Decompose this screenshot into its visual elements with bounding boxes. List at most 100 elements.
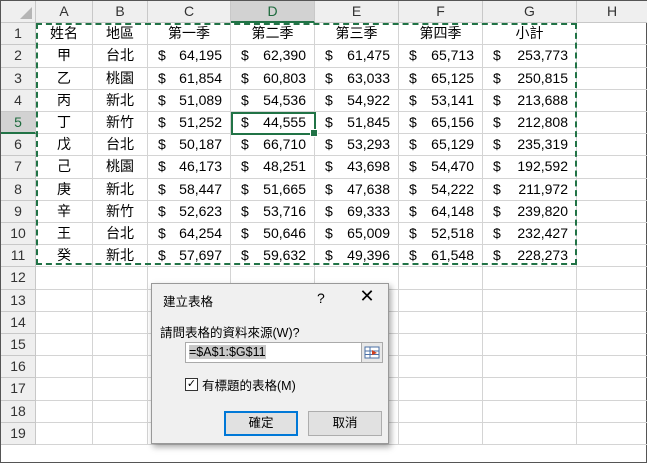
cell-b10[interactable]: 台北 [93,223,148,246]
cell-f1[interactable]: 第四季 [399,23,483,46]
cell-b1[interactable]: 地區 [93,23,148,46]
cell-h6[interactable] [577,134,647,157]
cell-g10[interactable]: $232,427 [483,223,577,246]
cell-b16[interactable] [93,356,148,379]
cell-f18[interactable] [399,400,483,423]
cell-f3[interactable]: $65,125 [399,67,483,90]
cell-f16[interactable] [399,356,483,379]
cell-c9[interactable]: $52,623 [148,200,231,223]
cell-a7[interactable]: 己 [36,156,93,179]
cell-d10[interactable]: $50,646 [231,223,315,246]
cell-f14[interactable] [399,311,483,334]
cell-h3[interactable] [577,68,647,90]
cancel-button[interactable]: 取消 [308,411,382,436]
row-header-11[interactable]: 11 [1,245,36,268]
cell-b6[interactable]: 台北 [93,134,148,157]
row-header-12[interactable]: 12 [1,267,36,290]
cell-a5[interactable]: 丁 [36,112,93,135]
cell-b19[interactable] [93,422,148,445]
row-header-5[interactable]: 5 [1,112,36,135]
column-header-f[interactable]: F [399,1,483,24]
cell-b13[interactable] [93,289,148,312]
row-header-1[interactable]: 1 [1,23,36,46]
cell-g2[interactable]: $253,773 [483,45,577,68]
cell-f5[interactable]: $65,156 [399,112,483,135]
range-selector-button[interactable] [361,342,383,363]
row-header-6[interactable]: 6 [1,134,36,157]
cell-f17[interactable] [399,378,483,401]
cell-c5[interactable]: $51,252 [148,112,231,135]
cell-a1[interactable]: 姓名 [36,23,93,46]
cell-e1[interactable]: 第三季 [315,23,399,46]
column-header-d[interactable]: D [231,1,315,24]
cell-h15[interactable] [577,334,647,357]
cell-b4[interactable]: 新北 [93,89,148,112]
cell-d8[interactable]: $51,665 [231,178,315,201]
cell-a3[interactable]: 乙 [36,67,93,90]
cell-d1[interactable]: 第二季 [231,23,315,46]
row-header-16[interactable]: 16 [1,356,36,379]
cell-a18[interactable] [36,400,93,423]
cell-e4[interactable]: $54,922 [315,89,399,112]
cell-b18[interactable] [93,400,148,423]
row-header-3[interactable]: 3 [1,67,36,90]
cell-b9[interactable]: 新竹 [93,200,148,223]
cell-e3[interactable]: $63,033 [315,67,399,90]
row-header-4[interactable]: 4 [1,89,36,112]
cell-h4[interactable] [577,90,647,112]
cell-b2[interactable]: 台北 [93,45,148,68]
cell-g11[interactable]: $228,273 [483,245,577,268]
cell-f11[interactable]: $61,548 [399,245,483,268]
cell-g8[interactable]: $211,972 [483,178,577,201]
cell-f13[interactable] [399,289,483,312]
cell-h12[interactable] [577,267,647,290]
row-header-2[interactable]: 2 [1,45,36,68]
column-header-h[interactable]: H [577,1,647,24]
cell-h18[interactable] [577,401,647,423]
cell-a14[interactable] [36,311,93,334]
cell-h8[interactable] [577,179,647,201]
cell-h2[interactable] [577,45,647,68]
cell-g12[interactable] [483,267,577,290]
cell-e11[interactable]: $49,396 [315,245,399,268]
cell-e7[interactable]: $43,698 [315,156,399,179]
cell-f9[interactable]: $64,148 [399,200,483,223]
cell-e5[interactable]: $51,845 [315,112,399,135]
close-icon[interactable]: ✕ [357,286,377,307]
cell-a17[interactable] [36,378,93,401]
cell-d2[interactable]: $62,390 [231,45,315,68]
cell-g9[interactable]: $239,820 [483,200,577,223]
cell-f4[interactable]: $53,141 [399,89,483,112]
cell-a8[interactable]: 庚 [36,178,93,201]
cell-d5[interactable]: $44,555 [231,112,315,135]
row-header-9[interactable]: 9 [1,200,36,223]
column-header-c[interactable]: C [148,1,231,24]
cell-h17[interactable] [577,378,647,401]
row-header-10[interactable]: 10 [1,223,36,246]
checkbox-box[interactable]: ✓ [185,378,198,391]
cell-d4[interactable]: $54,536 [231,89,315,112]
cell-h14[interactable] [577,312,647,334]
cell-h1[interactable] [577,23,647,46]
cell-h16[interactable] [577,356,647,379]
cell-a9[interactable]: 辛 [36,200,93,223]
cell-g3[interactable]: $250,815 [483,67,577,90]
column-header-a[interactable]: A [36,1,93,24]
cell-e2[interactable]: $61,475 [315,45,399,68]
cell-h7[interactable] [577,156,647,179]
cell-b3[interactable]: 桃園 [93,67,148,90]
row-header-7[interactable]: 7 [1,156,36,179]
row-header-17[interactable]: 17 [1,378,36,401]
cell-f6[interactable]: $65,129 [399,134,483,157]
cell-c2[interactable]: $64,195 [148,45,231,68]
cell-a10[interactable]: 王 [36,223,93,246]
cell-h9[interactable] [577,201,647,223]
cell-g19[interactable] [483,422,577,445]
cell-a6[interactable]: 戊 [36,134,93,157]
row-header-19[interactable]: 19 [1,422,36,445]
cell-g14[interactable] [483,311,577,334]
cell-a4[interactable]: 丙 [36,89,93,112]
cell-a13[interactable] [36,289,93,312]
cell-c3[interactable]: $61,854 [148,67,231,90]
range-input[interactable]: =$A$1:$G$11 [185,342,362,363]
